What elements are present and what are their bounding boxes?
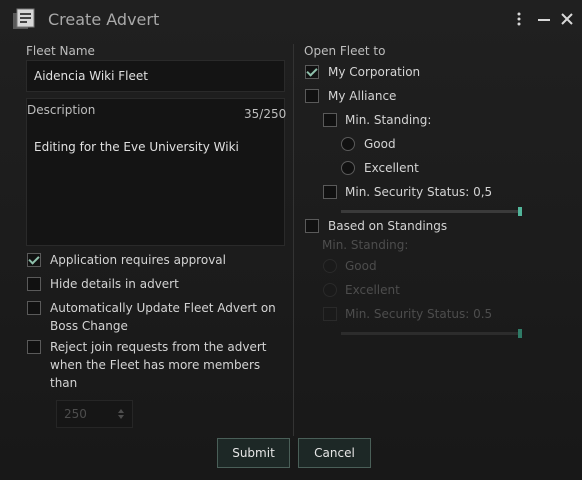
alliance-min-security-label: Min. Security Status: 0,5 bbox=[345, 185, 493, 199]
based-on-standings-label: Based on Standings bbox=[328, 219, 448, 233]
member-limit-value: 250 bbox=[64, 407, 87, 421]
window-title: Create Advert bbox=[48, 10, 160, 29]
description-label: Description bbox=[27, 103, 96, 117]
alliance-security-slider[interactable] bbox=[341, 207, 522, 216]
standings-good-radio bbox=[323, 259, 337, 273]
reject-join-label-line2: when the Fleet has more members bbox=[50, 358, 261, 372]
hide-details-label: Hide details in advert bbox=[50, 277, 179, 291]
alliance-min-security-checkbox[interactable] bbox=[323, 185, 337, 199]
description-value: Editing for the Eve University Wiki bbox=[34, 140, 239, 154]
submit-button[interactable]: Submit bbox=[217, 438, 290, 468]
minimize-icon[interactable] bbox=[535, 9, 553, 29]
reject-join-label-line1: Reject join requests from the advert bbox=[50, 340, 267, 354]
title-bar[interactable]: Create Advert bbox=[0, 0, 582, 40]
alliance-good-label: Good bbox=[364, 137, 396, 151]
standings-min-security-label: Min. Security Status: 0.5 bbox=[345, 307, 493, 321]
create-advert-window: Create Advert Fleet Name Aidencia Wiki F… bbox=[0, 0, 582, 480]
column-divider bbox=[293, 44, 294, 436]
cancel-button[interactable]: Cancel bbox=[298, 438, 371, 468]
standings-excellent-radio bbox=[323, 283, 337, 297]
my-corporation-checkbox[interactable] bbox=[305, 65, 319, 79]
reject-join-checkbox[interactable] bbox=[27, 340, 41, 354]
application-approval-label: Application requires approval bbox=[50, 253, 226, 267]
fleet-advert-icon bbox=[13, 8, 35, 29]
fleet-name-value: Aidencia Wiki Fleet bbox=[34, 69, 148, 83]
alliance-min-standing-label: Min. Standing: bbox=[345, 113, 432, 127]
application-approval-checkbox[interactable] bbox=[27, 253, 41, 267]
hide-details-checkbox[interactable] bbox=[27, 277, 41, 291]
member-limit-stepper[interactable]: 250 bbox=[56, 400, 133, 428]
auto-update-checkbox[interactable] bbox=[27, 301, 41, 315]
stepper-arrows-icon[interactable] bbox=[117, 408, 125, 420]
my-corporation-label: My Corporation bbox=[328, 65, 421, 79]
alliance-min-standing-checkbox[interactable] bbox=[323, 113, 337, 127]
reject-join-label-line3: than bbox=[50, 376, 78, 390]
close-icon[interactable] bbox=[558, 9, 576, 29]
standings-security-slider bbox=[341, 329, 522, 338]
fleet-name-label: Fleet Name bbox=[26, 44, 95, 58]
description-textarea[interactable]: Description 35/250 Editing for the Eve U… bbox=[26, 98, 287, 246]
kebab-menu-icon[interactable] bbox=[510, 9, 528, 29]
standings-good-label: Good bbox=[345, 259, 377, 273]
based-on-standings-checkbox[interactable] bbox=[305, 219, 319, 233]
my-alliance-checkbox[interactable] bbox=[305, 89, 319, 103]
fleet-name-input[interactable]: Aidencia Wiki Fleet bbox=[26, 60, 285, 92]
standings-min-standing-label: Min. Standing: bbox=[322, 238, 409, 252]
auto-update-label-line2: Boss Change bbox=[50, 319, 128, 333]
alliance-good-radio[interactable] bbox=[341, 137, 355, 151]
my-alliance-label: My Alliance bbox=[328, 89, 397, 103]
open-fleet-label: Open Fleet to bbox=[304, 44, 386, 58]
auto-update-label-line1: Automatically Update Fleet Advert on bbox=[50, 301, 276, 315]
standings-excellent-label: Excellent bbox=[345, 283, 400, 297]
description-char-counter: 35/250 bbox=[244, 107, 287, 121]
standings-min-security-checkbox bbox=[323, 307, 337, 321]
alliance-excellent-label: Excellent bbox=[364, 161, 419, 175]
alliance-security-slider-handle[interactable] bbox=[518, 207, 522, 216]
alliance-excellent-radio[interactable] bbox=[341, 161, 355, 175]
standings-security-slider-handle bbox=[518, 329, 522, 338]
